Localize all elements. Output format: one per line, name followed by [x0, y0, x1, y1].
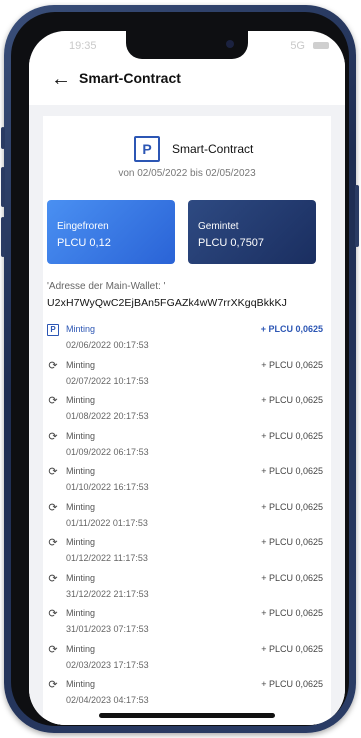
sync-icon: ⟳	[48, 679, 58, 691]
transaction-name: Minting	[66, 324, 96, 334]
frozen-label: Eingefroren	[57, 221, 109, 232]
transaction-name: Minting	[66, 430, 96, 441]
transaction-row[interactable]: ⟳ Minting 02/04/2023 04:17:53 + PLCU 0,0…	[43, 677, 331, 712]
transaction-date: 01/10/2022 16:17:53	[66, 482, 149, 492]
sync-icon: ⟳	[48, 643, 58, 656]
transaction-row[interactable]: ⟳ Minting 01/08/2022 20:17:53 + PLCU 0,0…	[43, 393, 331, 428]
transaction-row[interactable]: P Minting 02/06/2022 00:17:53 + PLCU 0,0…	[43, 322, 331, 357]
transaction-row[interactable]: ⟳ Minting 02/07/2022 10:17:53 + PLCU 0,0…	[43, 358, 331, 393]
transaction-row[interactable]: ⟳ Minting 02/03/2023 17:17:53 + PLCU 0,0…	[43, 642, 331, 677]
home-indicator[interactable]	[99, 713, 275, 718]
camera-icon	[226, 40, 234, 48]
transaction-row[interactable]: ⟳ Minting 31/12/2022 21:17:53 + PLCU 0,0…	[43, 571, 331, 606]
wallet-address: U2xH7WyQwC2EjBAn5FGAZk4wW7rrXKgqBkkKJ	[47, 297, 287, 309]
transaction-row[interactable]: ⟳ Minting 01/10/2022 16:17:53 + PLCU 0,0…	[43, 464, 331, 499]
frozen-balance-tile[interactable]: Eingefroren PLCU 0,12	[47, 200, 175, 264]
minted-balance-tile[interactable]: Gemintet PLCU 0,7507	[188, 200, 316, 264]
transaction-name: Minting	[66, 395, 96, 405]
transaction-row[interactable]: ⟳ Minting 01/12/2022 11:17:53 + PLCU 0,0…	[43, 535, 331, 570]
transaction-name: Minting	[66, 537, 96, 547]
transaction-date: 31/01/2023 07:17:53	[66, 624, 149, 634]
sync-icon: ⟳	[48, 608, 58, 620]
transaction-date: 02/04/2023 04:17:53	[66, 695, 149, 705]
silent-switch	[1, 127, 5, 149]
transaction-amount: + PLCU 0,0625	[261, 643, 323, 654]
transaction-amount: + PLCU 0,0625	[261, 466, 323, 476]
sync-icon: ⟳	[48, 501, 58, 514]
transaction-amount: + PLCU 0,0625	[261, 679, 323, 689]
phone-bezel: 19:35 5G ← Smart-Contract P Smart-Contra…	[11, 12, 349, 726]
sync-icon: ⟳	[48, 466, 58, 478]
power-button	[355, 185, 359, 247]
transaction-amount: + PLCU 0,0625	[261, 430, 323, 441]
main-content[interactable]: P Smart-Contract von 02/05/2022 bis 02/0…	[29, 105, 345, 725]
transaction-name: Minting	[66, 608, 96, 618]
transaction-amount: + PLCU 0,0625	[261, 501, 323, 512]
contract-card: P Smart-Contract von 02/05/2022 bis 02/0…	[43, 116, 331, 725]
transaction-row[interactable]: ⟳ Minting 01/09/2022 06:17:53 + PLCU 0,0…	[43, 429, 331, 464]
transaction-amount: + PLCU 0,0625	[261, 359, 323, 370]
transaction-date: 01/11/2022 01:17:53	[66, 517, 148, 528]
minted-label: Gemintet	[198, 221, 239, 232]
wallet-address-label: 'Adresse der Main-Wallet: '	[47, 281, 166, 292]
transaction-date: 02/06/2022 00:17:53	[66, 340, 149, 350]
sync-icon: ⟳	[48, 430, 58, 443]
contract-logo-icon: P	[47, 324, 59, 336]
transaction-name: Minting	[66, 572, 96, 583]
battery-icon	[313, 42, 329, 49]
transaction-amount: + PLCU 0,0625	[261, 395, 323, 405]
sync-icon: ⟳	[48, 359, 58, 372]
contract-period: von 02/05/2022 bis 02/05/2023	[118, 168, 256, 179]
contract-title: Smart-Contract	[172, 142, 254, 156]
arrow-left-icon[interactable]: ←	[51, 69, 71, 89]
transaction-name: Minting	[66, 679, 96, 689]
transaction-row[interactable]: ⟳ Minting 01/11/2022 01:17:53 + PLCU 0,0…	[43, 500, 331, 535]
transaction-date: 02/07/2022 10:17:53	[66, 375, 149, 386]
transaction-row[interactable]: ⟳ Minting 31/01/2023 07:17:53 + PLCU 0,0…	[43, 606, 331, 641]
transaction-name: Minting	[66, 501, 96, 512]
transaction-amount: + PLCU 0,0625	[261, 608, 323, 618]
transaction-amount: + PLCU 0,0625	[261, 537, 323, 547]
transaction-date: 01/08/2022 20:17:53	[66, 411, 149, 421]
sync-icon: ⟳	[48, 537, 58, 549]
sync-icon: ⟳	[48, 395, 58, 407]
transaction-name: Minting	[66, 359, 96, 370]
status-network: 5G	[290, 40, 305, 52]
transaction-amount: + PLCU 0,0625	[260, 324, 323, 334]
transaction-date: 01/09/2022 06:17:53	[66, 446, 149, 457]
contract-logo-icon: P	[134, 136, 160, 162]
transaction-date: 01/12/2022 11:17:53	[66, 553, 148, 563]
minted-value: PLCU 0,7507	[198, 237, 265, 249]
transaction-date: 31/12/2022 21:17:53	[66, 588, 149, 599]
volume-up-button	[1, 167, 5, 207]
page-title: Smart-Contract	[79, 70, 181, 86]
volume-down-button	[1, 217, 5, 257]
transaction-date: 02/03/2023 17:17:53	[66, 659, 149, 670]
transaction-name: Minting	[66, 643, 96, 654]
app-screen: 19:35 5G ← Smart-Contract P Smart-Contra…	[29, 31, 345, 725]
phone-frame: 19:35 5G ← Smart-Contract P Smart-Contra…	[1, 5, 359, 733]
transaction-name: Minting	[66, 466, 96, 476]
sync-icon: ⟳	[48, 572, 58, 585]
status-time: 19:35	[69, 40, 97, 52]
transaction-amount: + PLCU 0,0625	[261, 572, 323, 583]
app-header: ← Smart-Contract	[29, 59, 345, 105]
frozen-value: PLCU 0,12	[57, 237, 111, 249]
